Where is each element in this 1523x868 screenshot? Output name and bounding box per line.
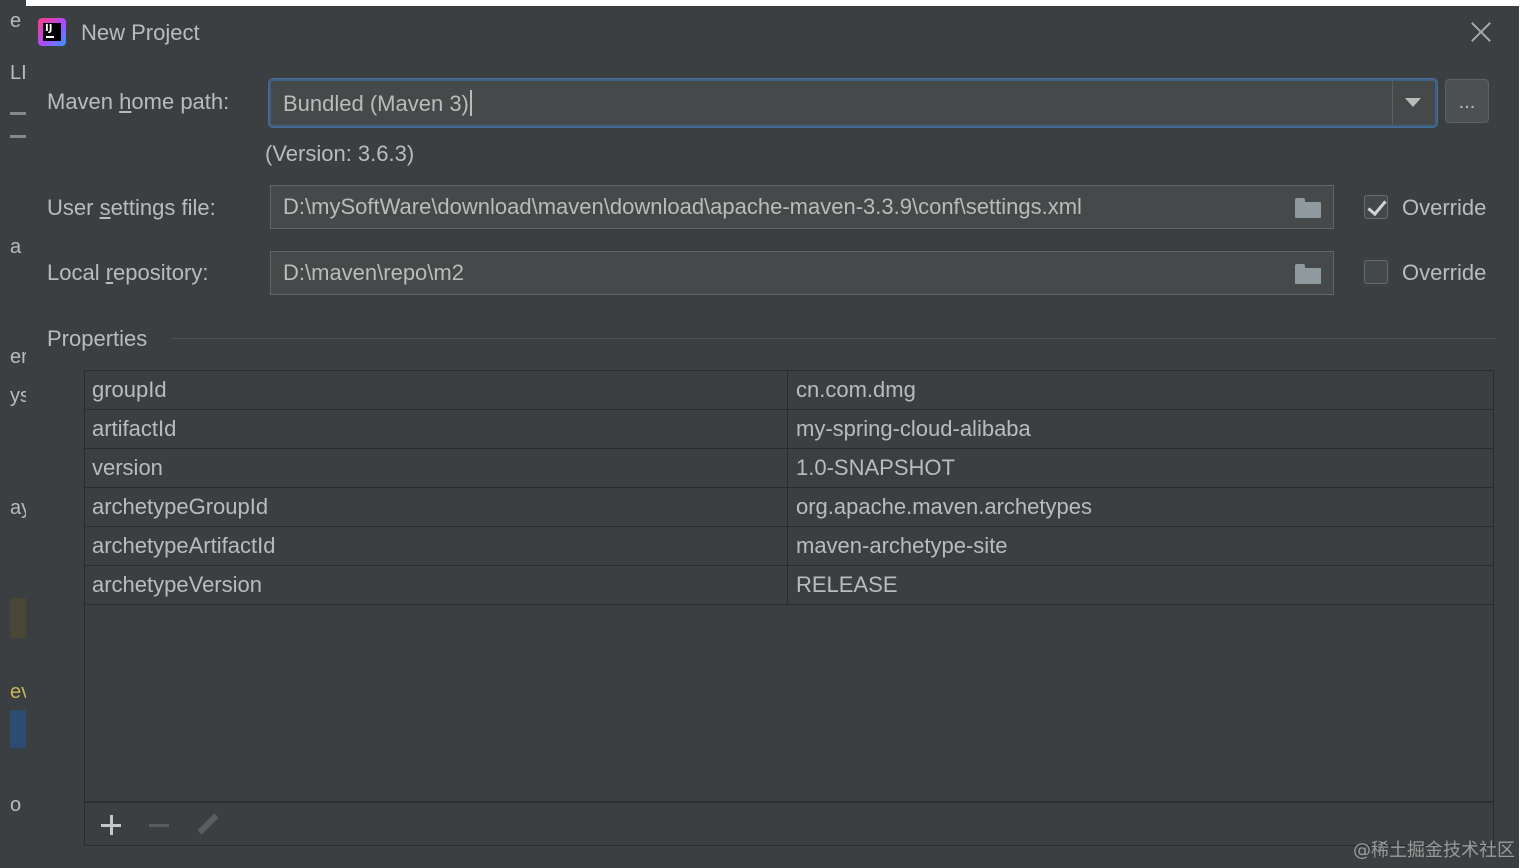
background-ide-left: e LI a er ys ay ev o bbox=[0, 0, 26, 868]
property-value[interactable]: cn.com.dmg bbox=[796, 377, 916, 403]
maven-home-combobox[interactable]: Bundled (Maven 3) bbox=[269, 79, 1437, 127]
user-settings-override-label[interactable]: Override bbox=[1402, 195, 1486, 221]
table-row[interactable]: archetypeVersion RELEASE bbox=[85, 566, 1493, 605]
properties-divider bbox=[171, 338, 1496, 339]
user-settings-value[interactable]: D:\mySoftWare\download\maven\download\ap… bbox=[283, 194, 1082, 220]
bg-icon bbox=[10, 112, 26, 138]
chevron-down-icon[interactable] bbox=[1405, 98, 1421, 107]
bg-fragment: e bbox=[10, 10, 22, 32]
maven-home-value[interactable]: Bundled (Maven 3) bbox=[283, 90, 472, 117]
app-icon-text: IJ bbox=[43, 23, 61, 41]
property-key[interactable]: archetypeGroupId bbox=[92, 494, 268, 520]
close-icon[interactable] bbox=[1469, 20, 1493, 44]
property-value[interactable]: 1.0-SNAPSHOT bbox=[796, 455, 955, 481]
bg-fragment: ay bbox=[10, 497, 26, 519]
property-value[interactable]: my-spring-cloud-alibaba bbox=[796, 416, 1031, 442]
user-settings-field[interactable]: D:\mySoftWare\download\maven\download\ap… bbox=[270, 185, 1334, 229]
bg-fragment: a bbox=[10, 236, 22, 258]
property-value[interactable]: RELEASE bbox=[796, 572, 898, 598]
title-bar: IJ New Project bbox=[26, 6, 1519, 62]
bg-selection bbox=[10, 710, 26, 748]
minus-icon[interactable] bbox=[147, 813, 171, 837]
check-icon bbox=[1367, 195, 1387, 217]
local-repository-override-label[interactable]: Override bbox=[1402, 260, 1486, 286]
properties-toolbar bbox=[84, 802, 1494, 846]
folder-icon[interactable] bbox=[1295, 198, 1321, 218]
maven-version-text: (Version: 3.6.3) bbox=[265, 141, 415, 166]
combo-separator bbox=[1392, 81, 1393, 125]
property-key[interactable]: version bbox=[92, 455, 163, 481]
bg-highlight bbox=[10, 598, 26, 638]
table-row[interactable]: archetypeArtifactId maven-archetype-site bbox=[85, 527, 1493, 566]
plus-icon[interactable] bbox=[99, 813, 123, 837]
new-project-dialog: IJ New Project Maven home path: Bundled … bbox=[26, 6, 1519, 868]
intellij-logo-icon: IJ bbox=[38, 18, 66, 46]
table-row[interactable]: artifactId my-spring-cloud-alibaba bbox=[85, 410, 1493, 449]
property-key[interactable]: groupId bbox=[92, 377, 167, 403]
dialog-title: New Project bbox=[81, 20, 200, 45]
bg-fragment: LI bbox=[10, 62, 26, 84]
properties-section-title: Properties bbox=[47, 326, 148, 351]
bg-fragment: er bbox=[10, 346, 26, 368]
table-row[interactable]: archetypeGroupId org.apache.maven.archet… bbox=[85, 488, 1493, 527]
property-value[interactable]: maven-archetype-site bbox=[796, 533, 1008, 559]
text-caret bbox=[469, 90, 472, 116]
bg-fragment: o bbox=[10, 794, 22, 816]
maven-home-label: Maven home path: bbox=[47, 89, 230, 114]
bg-fragment: ev bbox=[10, 681, 26, 703]
folder-icon[interactable] bbox=[1295, 264, 1321, 284]
local-repository-label: Local repository: bbox=[47, 260, 209, 285]
property-key[interactable]: archetypeArtifactId bbox=[92, 533, 275, 559]
local-repository-value[interactable]: D:\maven\repo\m2 bbox=[283, 260, 464, 286]
properties-table[interactable]: groupId cn.com.dmg artifactId my-spring-… bbox=[84, 370, 1494, 802]
local-repository-field[interactable]: D:\maven\repo\m2 bbox=[270, 251, 1334, 295]
table-row[interactable]: groupId cn.com.dmg bbox=[85, 371, 1493, 410]
browse-maven-home-button[interactable]: ... bbox=[1445, 79, 1489, 123]
bg-fragment: ys bbox=[10, 385, 26, 407]
property-key[interactable]: archetypeVersion bbox=[92, 572, 262, 598]
user-settings-label: User settings file: bbox=[47, 195, 216, 220]
edit-icon[interactable] bbox=[195, 813, 219, 837]
property-key[interactable]: artifactId bbox=[92, 416, 176, 442]
user-settings-override-checkbox[interactable] bbox=[1364, 195, 1388, 219]
property-value[interactable]: org.apache.maven.archetypes bbox=[796, 494, 1092, 520]
table-row[interactable]: version 1.0-SNAPSHOT bbox=[85, 449, 1493, 488]
watermark: @稀土掘金技术社区 bbox=[1353, 840, 1515, 861]
local-repository-override-checkbox[interactable] bbox=[1364, 260, 1388, 284]
